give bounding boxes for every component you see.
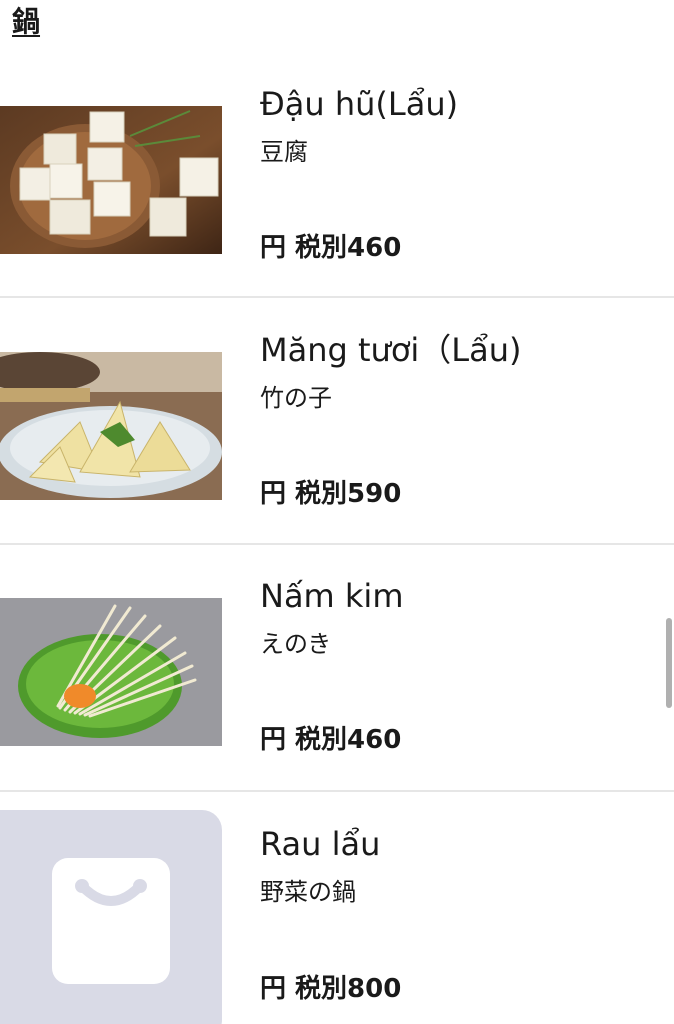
menu-item-vegetables[interactable]: Rau lẩu 野菜の鍋 円 税別800 bbox=[0, 810, 674, 1024]
item-divider bbox=[0, 543, 674, 545]
item-divider bbox=[0, 296, 674, 298]
item-price: 円 税別590 bbox=[260, 479, 402, 509]
enoki-mushroom-photo bbox=[0, 598, 222, 746]
shopping-bag-icon bbox=[52, 858, 170, 984]
menu-item-enoki[interactable]: Nấm kim えのき 円 税別460 bbox=[0, 577, 674, 846]
menu-item-tofu[interactable]: Đậu hũ(Lẩu) 豆腐 円 税別460 bbox=[0, 85, 674, 354]
item-subtitle: 豆腐 bbox=[260, 138, 308, 166]
bamboo-shoots-photo bbox=[0, 352, 222, 500]
item-name: Đậu hũ(Lẩu) bbox=[260, 85, 459, 123]
item-subtitle: えのき bbox=[260, 630, 332, 658]
item-divider bbox=[0, 790, 674, 792]
item-name: Nấm kim bbox=[260, 577, 404, 615]
menu-page: 鍋 Đậu hũ(Lẩu) 豆腐 円 税別460 Măng tươi（Lẩu) … bbox=[0, 0, 674, 1024]
item-name: Măng tươi（Lẩu) bbox=[260, 331, 522, 369]
item-subtitle: 竹の子 bbox=[260, 384, 332, 412]
scrollbar[interactable] bbox=[666, 618, 672, 708]
item-name: Rau lẩu bbox=[260, 825, 381, 863]
item-price: 円 税別460 bbox=[260, 725, 402, 755]
item-price: 円 税別460 bbox=[260, 233, 402, 263]
tofu-cubes-photo bbox=[0, 106, 222, 254]
section-title: 鍋 bbox=[12, 5, 41, 38]
image-placeholder bbox=[0, 810, 222, 1024]
item-subtitle: 野菜の鍋 bbox=[260, 878, 356, 906]
item-price: 円 税別800 bbox=[260, 974, 402, 1004]
menu-item-bamboo-shoots[interactable]: Măng tươi（Lẩu) 竹の子 円 税別590 bbox=[0, 331, 674, 600]
